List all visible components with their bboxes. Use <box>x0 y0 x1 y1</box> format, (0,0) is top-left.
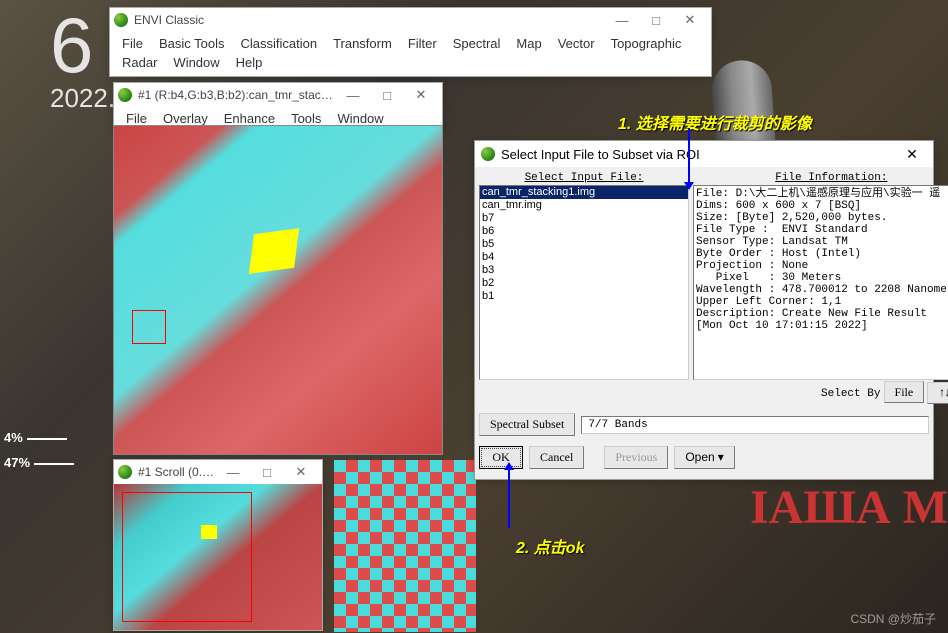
menu-help[interactable]: Help <box>228 53 271 72</box>
menu-basic-tools[interactable]: Basic Tools <box>151 34 233 53</box>
file-list-header: Select Input File: <box>479 171 689 185</box>
select-by-label: Select By <box>821 388 880 400</box>
close-button[interactable]: ✕ <box>284 461 318 483</box>
minimize-button[interactable]: — <box>336 84 370 106</box>
minimize-button[interactable]: — <box>216 461 250 483</box>
envi-icon <box>114 13 128 27</box>
annotation-2: 2. 点击ok <box>516 534 584 558</box>
select-by-toggle[interactable]: ↑↓ <box>927 382 948 404</box>
image-content <box>114 126 442 454</box>
envi-main-window: ENVI Classic — □ ✕ File Basic Tools Clas… <box>109 7 712 77</box>
dialog-close-button[interactable]: ✕ <box>897 146 927 163</box>
zoom-indicator-box[interactable] <box>132 310 166 344</box>
file-item[interactable]: b3 <box>480 264 688 277</box>
envi-icon <box>118 465 132 479</box>
menu-topographic[interactable]: Topographic <box>603 34 690 53</box>
minimize-button[interactable]: — <box>605 9 639 31</box>
file-info-text: File: D:\大二上机\遥感原理与应用\实验一 遥 Dims: 600 x … <box>694 186 948 334</box>
maximize-button[interactable]: □ <box>250 461 284 483</box>
file-item[interactable]: b4 <box>480 251 688 264</box>
desktop-red-text: ІАША М <box>750 480 948 535</box>
envi-icon <box>118 88 132 102</box>
close-button[interactable]: ✕ <box>404 84 438 106</box>
file-item[interactable]: b6 <box>480 225 688 238</box>
annotation-arrow-1 <box>688 128 690 184</box>
display-title: #1 (R:b4,G:b3,B:b2):can_tmr_stacking... <box>138 88 336 102</box>
open-button[interactable]: Open ▾ <box>674 446 734 469</box>
maximize-button[interactable]: □ <box>370 84 404 106</box>
display-image[interactable] <box>113 125 443 455</box>
spectral-subset-button[interactable]: Spectral Subset <box>479 413 575 436</box>
envi-icon <box>481 147 495 161</box>
scroll-window: #1 Scroll (0.4... — □ ✕ <box>113 459 323 631</box>
main-menubar: File Basic Tools Classification Transfor… <box>110 32 711 76</box>
roi-polygon[interactable] <box>249 228 299 274</box>
file-info-panel: File: D:\大二上机\遥感原理与应用\实验一 遥 Dims: 600 x … <box>693 185 948 380</box>
close-button[interactable]: ✕ <box>673 9 707 31</box>
cancel-button[interactable]: Cancel <box>529 446 584 469</box>
annotation-1: 1. 选择需要进行裁剪的影像 <box>618 110 812 134</box>
ok-button[interactable]: OK <box>479 446 523 469</box>
file-item-selected[interactable]: can_tmr_stacking1.img <box>480 186 688 199</box>
menu-filter[interactable]: Filter <box>400 34 445 53</box>
file-item[interactable]: b2 <box>480 277 688 290</box>
menu-classification[interactable]: Classification <box>232 34 325 53</box>
maximize-button[interactable]: □ <box>639 9 673 31</box>
scroll-title: #1 Scroll (0.4... <box>138 465 216 479</box>
file-item[interactable]: can_tmr.img <box>480 199 688 212</box>
file-item[interactable]: b5 <box>480 238 688 251</box>
select-input-dialog: Select Input File to Subset via ROI ✕ Se… <box>474 140 934 480</box>
stat-2: 47% <box>4 455 74 470</box>
menu-radar[interactable]: Radar <box>114 53 165 72</box>
file-info-header: File Information: <box>693 171 948 185</box>
stat-1: 4% <box>4 430 67 445</box>
spectral-subset-value: 7/7 Bands <box>581 416 929 434</box>
display-titlebar[interactable]: #1 (R:b4,G:b3,B:b2):can_tmr_stacking... … <box>114 83 442 107</box>
main-title: ENVI Classic <box>134 13 605 27</box>
file-item[interactable]: b1 <box>480 290 688 303</box>
menu-file[interactable]: File <box>114 34 151 53</box>
scroll-image[interactable] <box>114 484 322 630</box>
view-indicator-box[interactable] <box>122 492 252 622</box>
annotation-arrow-2 <box>508 468 510 528</box>
menu-spectral[interactable]: Spectral <box>445 34 509 53</box>
zoom-image <box>334 460 476 632</box>
main-titlebar[interactable]: ENVI Classic — □ ✕ <box>110 8 711 32</box>
menu-vector[interactable]: Vector <box>550 34 603 53</box>
dialog-title: Select Input File to Subset via ROI <box>501 147 897 162</box>
previous-button: Previous <box>604 446 668 469</box>
dialog-body: Select Input File: can_tmr_stacking1.img… <box>475 167 933 479</box>
menu-transform[interactable]: Transform <box>325 34 400 53</box>
file-list[interactable]: can_tmr_stacking1.img can_tmr.img b7 b6 … <box>479 185 689 380</box>
menu-map[interactable]: Map <box>508 34 549 53</box>
menu-window[interactable]: Window <box>165 53 227 72</box>
file-item[interactable]: b7 <box>480 212 688 225</box>
dialog-titlebar[interactable]: Select Input File to Subset via ROI ✕ <box>475 141 933 167</box>
select-by-value[interactable]: File <box>884 381 925 403</box>
watermark: CSDN @炒茄子 <box>850 610 936 627</box>
zoom-window[interactable] <box>334 460 476 632</box>
scroll-titlebar[interactable]: #1 Scroll (0.4... — □ ✕ <box>114 460 322 484</box>
